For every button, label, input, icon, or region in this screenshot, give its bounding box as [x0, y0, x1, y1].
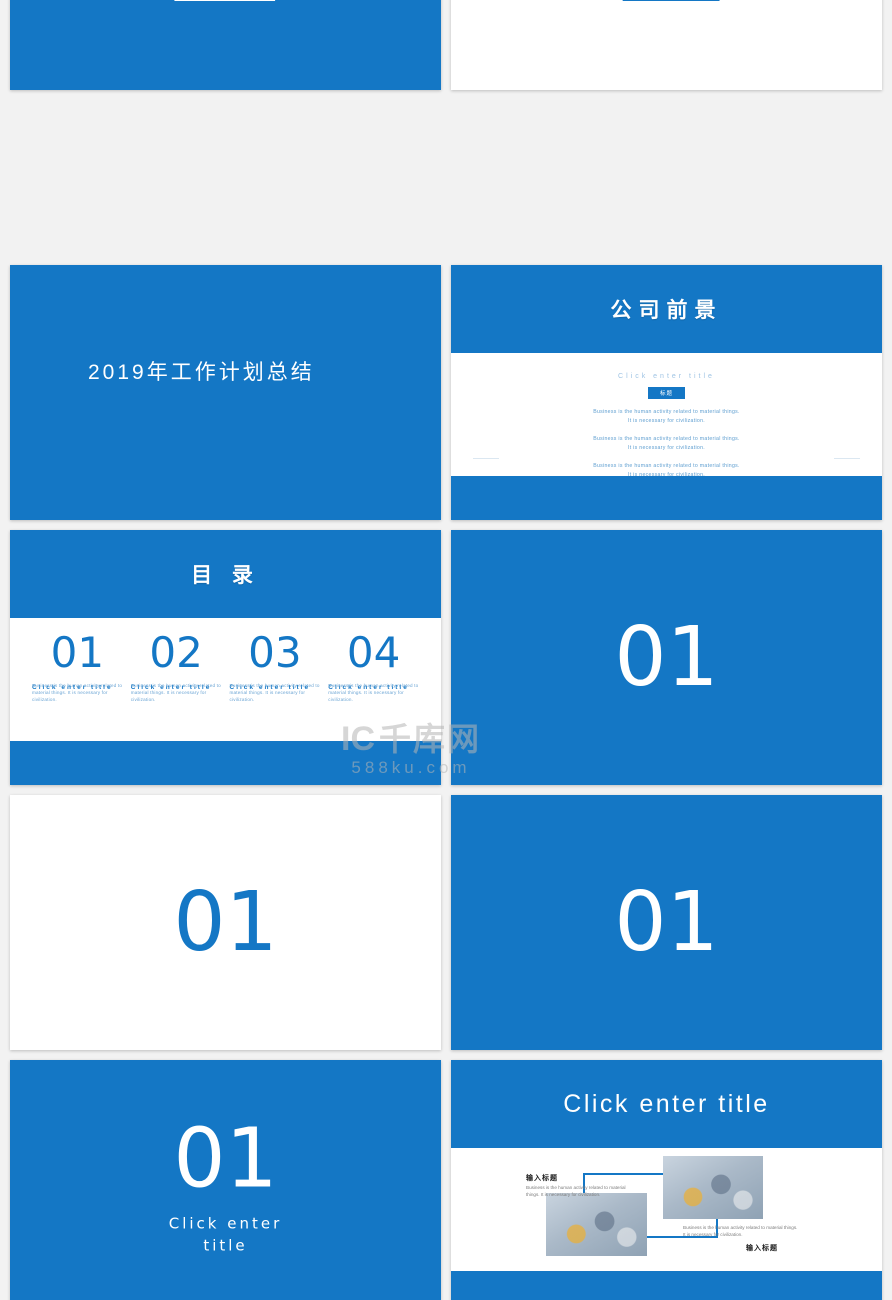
slide-section-01-blue-b[interactable]: 01	[451, 795, 882, 1050]
section-number: 01	[614, 874, 719, 970]
subtitle: Click enter title	[618, 373, 715, 380]
slide-title: 公司前景	[610, 299, 723, 322]
slide-header-band: 目 录	[10, 530, 441, 618]
photo-body-1: Business is the human activity related t…	[526, 1185, 626, 1198]
catalog-item-body: Business is the human activity related t…	[328, 683, 419, 703]
paragraph-1: Business is the human activity related t…	[593, 409, 740, 425]
catalog-item[interactable]: 04 Click enter title Business is the hum…	[328, 632, 419, 704]
catalog-item-number: 02	[149, 628, 203, 677]
slide-section-01-white[interactable]: 01	[10, 795, 441, 1050]
slide-section-01-blue-a[interactable]: 01	[451, 530, 882, 785]
section-number-wrap: 01 Click enter title	[10, 1118, 441, 1257]
section-caption: Click enter title	[168, 1214, 283, 1255]
slide-header-band: 公司前景	[451, 265, 882, 353]
catalog-item-number: 01	[50, 628, 105, 677]
cover-title: 2019年工作计划总结	[88, 361, 315, 384]
divider-left	[473, 458, 499, 459]
catalog-item-body: Business is the human activity related t…	[229, 683, 320, 703]
catalog-item-number: 04	[346, 628, 401, 677]
paragraph-2: Business is the human activity related t…	[593, 436, 740, 452]
catalog-item[interactable]: 01 Click enter title Business is the hum…	[32, 632, 123, 704]
title-badge: 标题	[647, 387, 685, 399]
slide-body: Click enter title 标题 Business is the hum…	[451, 353, 882, 506]
photo-desk	[663, 1156, 763, 1219]
slide-company-prospect[interactable]: 公司前景 Click enter title 标题 Business is th…	[451, 265, 882, 520]
section-number: 01	[173, 874, 278, 970]
slide-thumbnail-grid: 2 1 2019年工作计划总结 公司前景 Click enter title 标…	[0, 0, 892, 1300]
cropped-numeral-2: 2	[159, 0, 291, 31]
slide-num-2-blue[interactable]: 2	[10, 0, 441, 90]
slide-footer-band	[10, 741, 441, 785]
slide-cover[interactable]: 2019年工作计划总结	[10, 265, 441, 520]
slide-catalog[interactable]: 目 录 01 Click enter title Business is the…	[10, 530, 441, 785]
slide-footer-band	[451, 1271, 882, 1300]
slide-footer-band	[451, 476, 882, 520]
divider-right	[834, 458, 860, 459]
photo-label-1: 输入标题	[526, 1175, 558, 1182]
slide-header-band: Click enter title	[451, 1060, 882, 1148]
thumbnail-cell[interactable]: 1	[451, 0, 882, 90]
photo-label-2: 输入标题	[746, 1245, 778, 1252]
slide-body: 输入标题 Business is the human activity rela…	[451, 1148, 882, 1271]
slide-title: 目 录	[191, 564, 260, 587]
section-number: 01	[614, 609, 719, 705]
photo-body-2: Business is the human activity related t…	[683, 1225, 798, 1238]
catalog-list: 01 Click enter title Business is the hum…	[10, 618, 441, 741]
cropped-numeral-1: 1	[600, 0, 732, 31]
photo-meeting	[546, 1193, 647, 1256]
slide-num-1-white[interactable]: 1	[451, 0, 882, 90]
slide-photos[interactable]: Click enter title 输入标题 Business is the h…	[451, 1060, 882, 1300]
catalog-item-body: Business is the human activity related t…	[130, 683, 221, 703]
catalog-item[interactable]: 03 Click enter title Business is the hum…	[230, 632, 321, 704]
slide-section-01-captioned[interactable]: 01 Click enter title	[10, 1060, 441, 1300]
thumbnail-cell[interactable]: 2	[10, 0, 441, 90]
catalog-item-number: 03	[248, 628, 302, 677]
section-number: 01	[173, 1111, 278, 1206]
slide-title: Click enter title	[563, 1089, 770, 1118]
catalog-item[interactable]: 02 Click enter title Business is the hum…	[131, 632, 222, 704]
catalog-item-body: Business is the human activity related t…	[32, 683, 123, 703]
